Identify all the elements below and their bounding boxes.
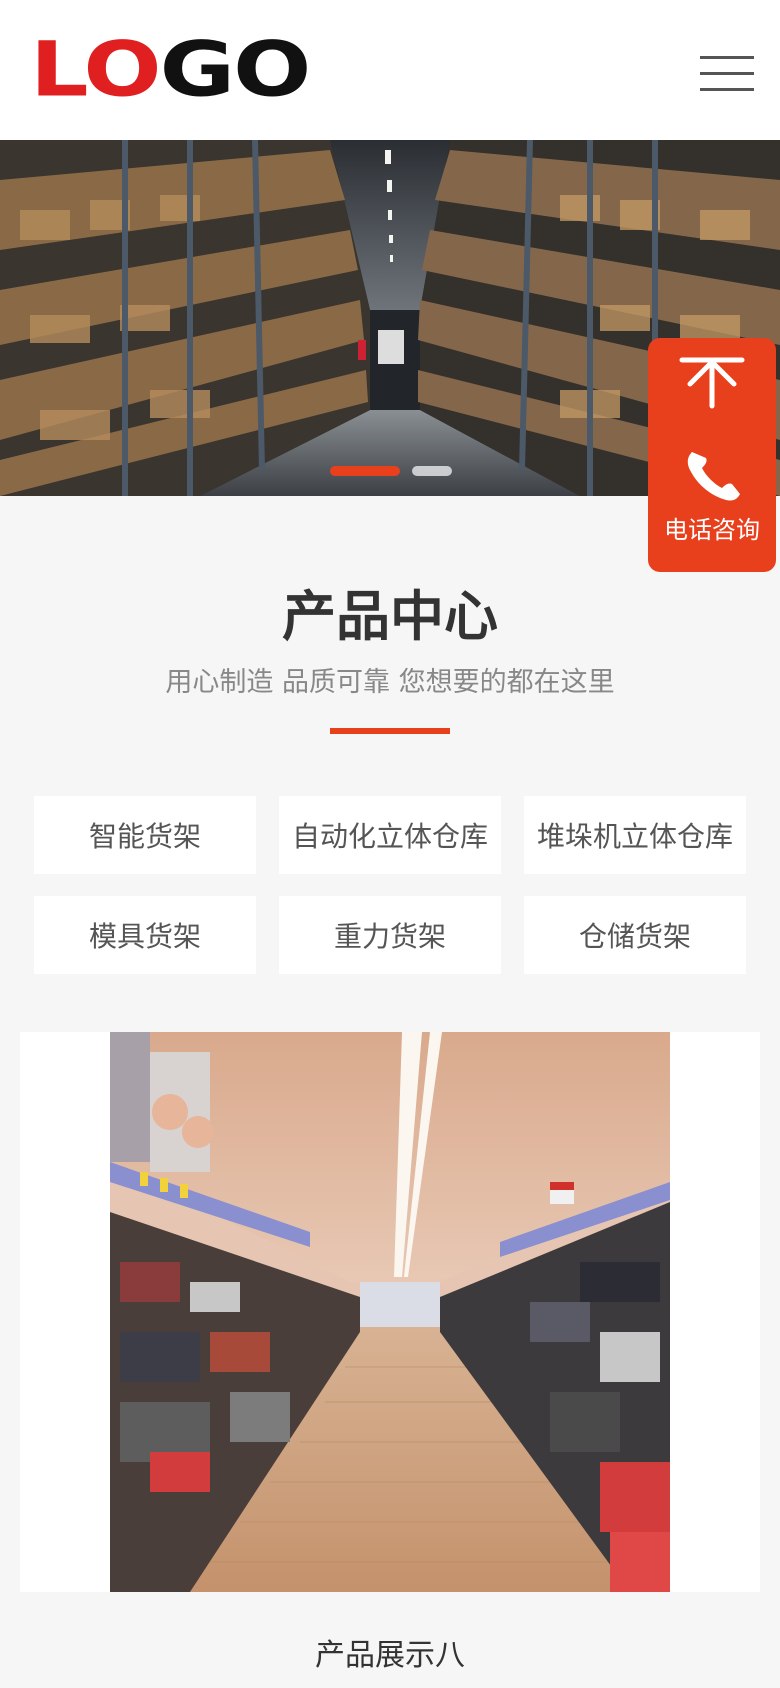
supermarket-aisle-image xyxy=(110,1032,670,1592)
category-button-5[interactable]: 重力货架 xyxy=(279,896,501,974)
site-header: LO GO xyxy=(0,0,780,140)
section-subtitle: 用心制造 品质可靠 您想要的都在这里 xyxy=(165,667,615,698)
phone-consult-button[interactable] xyxy=(648,438,776,572)
phone-icon xyxy=(687,452,740,501)
logo-text-red: LO xyxy=(30,25,162,114)
phone-consult-label: 电话咨询 xyxy=(664,516,760,544)
category-button-3[interactable]: 堆垛机立体仓库 xyxy=(524,796,746,874)
arrow-up-icon xyxy=(679,357,745,409)
floating-contact-panel: 电话咨询 xyxy=(648,338,776,572)
banner-pagination xyxy=(330,466,452,476)
category-button-6[interactable]: 仓储货架 xyxy=(524,896,746,974)
product-image[interactable] xyxy=(110,1032,670,1592)
category-button-1[interactable]: 智能货架 xyxy=(34,796,256,874)
banner-dot-active[interactable] xyxy=(330,466,400,476)
category-button-4[interactable]: 模具货架 xyxy=(34,896,256,974)
section-title: 产品中心 xyxy=(282,585,498,648)
site-logo[interactable]: LO GO xyxy=(30,25,312,114)
logo-text-black: GO xyxy=(159,25,312,114)
product-card[interactable] xyxy=(20,1032,760,1592)
section-accent-line xyxy=(330,728,450,734)
back-to-top-button[interactable] xyxy=(648,338,776,430)
product-name: 产品展示八 xyxy=(315,1638,465,1673)
category-button-2[interactable]: 自动化立体仓库 xyxy=(279,796,501,874)
menu-button[interactable] xyxy=(700,52,756,96)
banner-dot[interactable] xyxy=(412,466,452,476)
